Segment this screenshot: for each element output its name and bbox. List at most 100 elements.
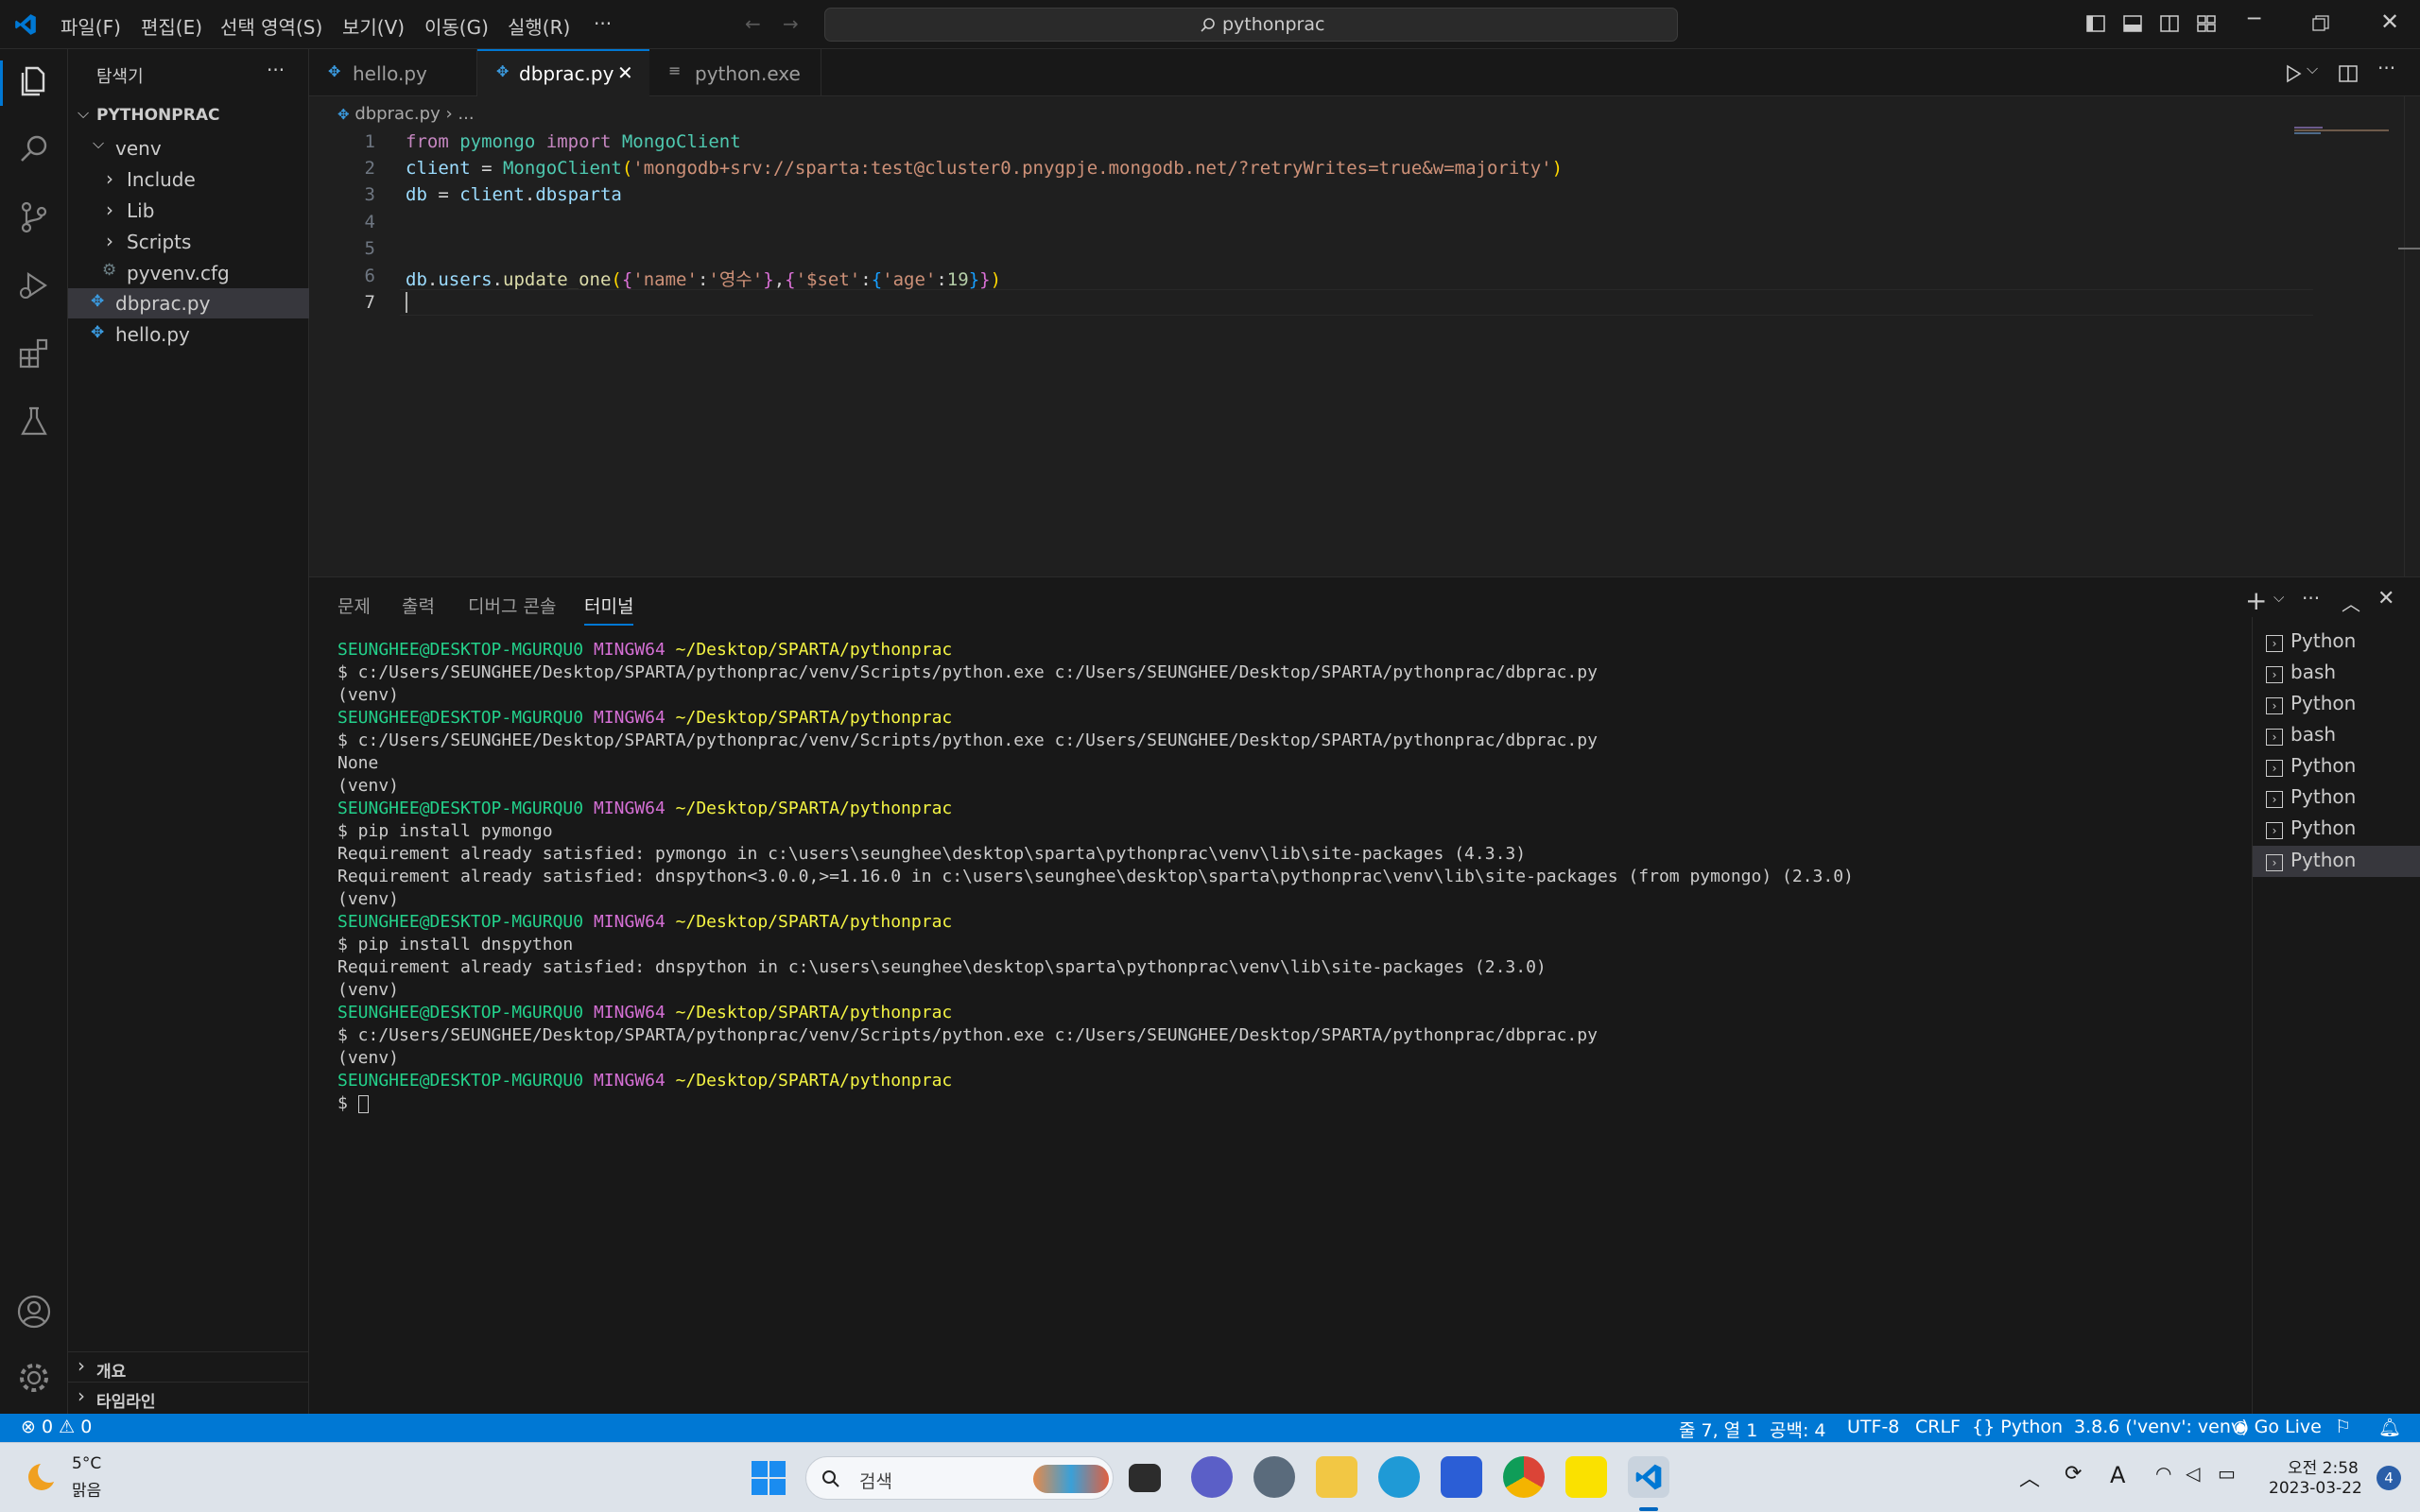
python-interpreter[interactable]: 3.8.6 ('venv': venv) (2074, 1417, 2249, 1437)
vertical-scrollbar-track[interactable] (2404, 96, 2405, 576)
source-control-icon[interactable] (15, 198, 53, 236)
terminal-list-item[interactable]: › Python (2266, 629, 2420, 658)
panel-tab-terminal[interactable]: 터미널 (584, 593, 634, 626)
run-python-icon[interactable] (2283, 63, 2304, 84)
split-editor-icon[interactable] (2338, 63, 2359, 84)
tab-python-exe[interactable]: ≡ python.exe (649, 49, 821, 96)
nav-forward-icon[interactable]: → (783, 12, 799, 35)
chrome-browser-icon[interactable] (1503, 1456, 1545, 1498)
menu-more[interactable]: ··· (594, 12, 612, 35)
clock-date[interactable]: 2023-03-22 (2269, 1479, 2362, 1498)
clock-time[interactable]: 오전 2:58 (2288, 1454, 2359, 1478)
panel-tab-problems[interactable]: 문제 (337, 593, 371, 618)
indentation[interactable]: 공백: 4 (1770, 1417, 1826, 1442)
settings-app-icon[interactable] (1253, 1456, 1295, 1498)
menu-selection[interactable]: 선택 영역(S) (220, 12, 322, 40)
panel-tab-debug-console[interactable]: 디버그 콘솔 (468, 593, 556, 618)
toggle-panel-icon[interactable] (2122, 13, 2143, 34)
kakaotalk-icon[interactable] (1565, 1456, 1607, 1498)
chevron-down-icon[interactable]: ⌵ (2273, 589, 2284, 606)
folder-include[interactable]: › Include (68, 164, 309, 195)
minimap[interactable] (2294, 127, 2408, 138)
folder-lib[interactable]: › Lib (68, 196, 309, 226)
file-hello-py[interactable]: ✥ hello.py (68, 319, 309, 350)
weather-widget[interactable] (25, 1458, 62, 1496)
folder-scripts[interactable]: › Scripts (68, 227, 309, 257)
run-debug-icon[interactable] (15, 266, 53, 304)
new-terminal-icon[interactable]: + (2245, 585, 2267, 616)
teams-chat-icon[interactable] (1191, 1456, 1233, 1498)
chevron-down-icon[interactable]: ⌵ (2307, 60, 2318, 78)
customize-layout-icon[interactable] (2196, 13, 2217, 34)
problems-status[interactable]: ⊗ 0 ⚠ 0 (21, 1417, 92, 1437)
terminal-list-item[interactable]: › bash (2266, 723, 2420, 751)
battery-icon[interactable]: ▭ (2218, 1462, 2236, 1485)
cursor-position[interactable]: 줄 7, 열 1 (1679, 1417, 1757, 1442)
file-dbprac-py[interactable]: ✥ dbprac.py (68, 288, 309, 318)
file-pyvenv-cfg[interactable]: ⚙ pyvenv.cfg (68, 258, 309, 288)
terminal-line: $ c:/Users/SEUNGHEE/Desktop/SPARTA/pytho… (337, 730, 1598, 750)
microsoft-store-icon[interactable] (1441, 1456, 1482, 1498)
minimize-icon[interactable]: ─ (2248, 8, 2260, 31)
explorer-icon[interactable] (15, 62, 53, 100)
editor-more-icon[interactable]: ··· (2377, 57, 2395, 79)
go-live-button[interactable]: ◉ Go Live (2233, 1417, 2322, 1437)
current-line-highlight (400, 289, 2313, 316)
breadcrumb-symbol[interactable]: ... (458, 104, 474, 124)
explorer-more-icon[interactable]: ··· (267, 59, 285, 81)
close-tab-icon[interactable]: ✕ (617, 61, 633, 84)
taskbar-search-box[interactable]: 검색 (805, 1456, 1114, 1500)
panel-more-icon[interactable]: ··· (2302, 587, 2320, 610)
notification-badge[interactable]: 4 (2377, 1466, 2401, 1490)
language-mode[interactable]: {} Python (1972, 1417, 2063, 1437)
file-explorer-icon[interactable] (1316, 1456, 1357, 1498)
tray-overflow-icon[interactable]: ︿ (2019, 1462, 2040, 1492)
folder-root-pythonprac[interactable]: ⌵ PYTHONPRAC (68, 102, 309, 130)
encoding[interactable]: UTF-8 (1847, 1417, 1899, 1437)
close-window-icon[interactable]: ✕ (2380, 9, 2399, 35)
restore-icon[interactable] (2312, 15, 2329, 32)
menu-go[interactable]: 이동(G) (424, 12, 489, 40)
breadcrumb-file[interactable]: dbprac.py (354, 104, 440, 124)
line-ending[interactable]: CRLF (1915, 1417, 1961, 1437)
terminal-list-item-active[interactable]: › Python (2253, 846, 2420, 877)
edge-browser-icon[interactable] (1378, 1456, 1420, 1498)
terminal-list-item[interactable]: › bash (2266, 661, 2420, 689)
wifi-icon[interactable]: ◠ (2155, 1462, 2171, 1485)
vscode-taskbar-icon[interactable] (1628, 1456, 1669, 1498)
code-editor[interactable]: ✥ dbprac.py › ... 1 2 3 4 5 6 7 from pym… (309, 96, 2420, 576)
notifications-bell-icon[interactable]: 🔔︎ (2378, 1417, 2401, 1438)
tab-hello-py[interactable]: ✥ hello.py (309, 49, 477, 96)
menu-edit[interactable]: 편집(E) (141, 12, 202, 40)
menu-file[interactable]: 파일(F) (60, 12, 121, 40)
settings-gear-icon[interactable] (15, 1359, 53, 1397)
toggle-sidebar-icon[interactable] (2085, 13, 2106, 34)
accounts-icon[interactable] (15, 1293, 53, 1331)
testing-icon[interactable] (15, 403, 53, 440)
menu-view[interactable]: 보기(V) (342, 12, 405, 40)
ime-indicator-icon[interactable]: A (2110, 1462, 2125, 1488)
extensions-icon[interactable] (15, 335, 53, 372)
search-view-icon[interactable] (15, 130, 53, 168)
feedback-icon[interactable]: ⚐ (2335, 1417, 2351, 1437)
maximize-panel-icon[interactable]: ︿ (2342, 589, 2360, 616)
timeline-section[interactable]: › 타임라인 (68, 1382, 309, 1412)
tab-dbprac-py[interactable]: ✥ dbprac.py ✕ (477, 49, 649, 96)
command-center-search[interactable]: pythonprac (824, 8, 1678, 42)
panel-tab-output[interactable]: 출력 (402, 593, 435, 618)
terminal-list-item[interactable]: › Python (2266, 816, 2420, 845)
volume-icon[interactable]: ◁ (2186, 1462, 2200, 1485)
outline-section[interactable]: › 개요 (68, 1351, 309, 1382)
nav-back-icon[interactable]: ← (745, 12, 761, 35)
terminal-list-item[interactable]: › Python (2266, 754, 2420, 782)
windows-start-icon[interactable] (751, 1460, 786, 1496)
task-view-icon[interactable] (1129, 1464, 1161, 1492)
close-panel-icon[interactable]: ✕ (2377, 587, 2394, 610)
toggle-secondary-sidebar-icon[interactable] (2159, 13, 2180, 34)
terminal-line: SEUNGHEE@DESKTOP-MGURQU0 MINGW64 ~/Deskt… (337, 1003, 953, 1022)
terminal-list-item[interactable]: › Python (2266, 692, 2420, 720)
terminal-list-item[interactable]: › Python (2266, 785, 2420, 814)
sync-icon[interactable]: ⟳ (2065, 1462, 2082, 1486)
menu-run[interactable]: 실행(R) (508, 12, 570, 40)
folder-venv[interactable]: ⌵ venv (68, 133, 309, 163)
